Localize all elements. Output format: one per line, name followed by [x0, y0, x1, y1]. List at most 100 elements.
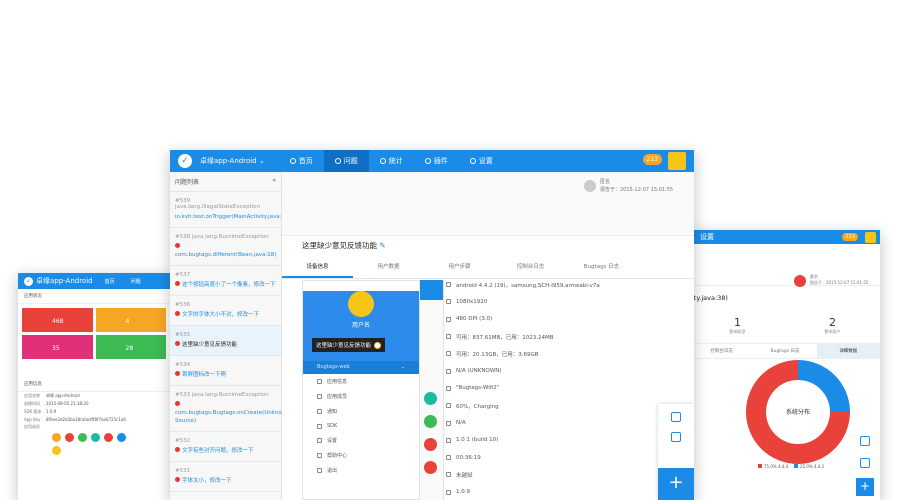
- reporter-time: 报告于：2015-12-07 15:01:55: [600, 187, 674, 193]
- nav-home[interactable]: 首页: [279, 150, 324, 172]
- nav-plugins[interactable]: 插件: [414, 150, 459, 172]
- nav-home[interactable]: 首页: [101, 278, 119, 285]
- nav-settings[interactable]: 设置: [459, 150, 504, 172]
- device-info-row: 1080x1920: [446, 293, 646, 310]
- issue-list-item[interactable]: #536 文字的字体大小不对，修改一下: [170, 296, 281, 326]
- menu-item-label: SDK: [327, 423, 338, 429]
- avatar[interactable]: [52, 446, 61, 455]
- menu-item-icon: [317, 379, 322, 384]
- device-info-row: 可用：20.13GB，已用：3.69GB: [446, 345, 646, 362]
- screenshot-preview[interactable]: 用户名 Bugtags-web ⌄ 应用信息 应用成员 通知 SDK 设置 帮助中心 退出: [302, 280, 420, 500]
- nav-settings[interactable]: 设置: [700, 232, 714, 242]
- issue-summary-text: 这个按钮高度小了一个像素，修改一下: [182, 282, 276, 288]
- issue-summary: 文字有些对齐问题，修改一下: [175, 447, 276, 455]
- notification-badge[interactable]: 213: [642, 154, 662, 165]
- menu-item-icon: [317, 453, 322, 458]
- notification-badge[interactable]: 213: [842, 233, 858, 241]
- issue-list-item[interactable]: #537 这个按钮高度小了一个像素，修改一下: [170, 266, 281, 296]
- tab-device-info[interactable]: 设备信息: [282, 256, 353, 278]
- app-switcher[interactable]: 卓缘app-Android: [36, 276, 93, 286]
- qr-code-icon[interactable]: [860, 436, 870, 446]
- avatar[interactable]: [117, 433, 126, 442]
- device-info-row: N/A: [446, 414, 646, 431]
- issue-title-text: 这里缺少意见反馈功能: [302, 241, 377, 250]
- main-topbar: ✓ 卓缘app-Android ⌄ 首页 问题 统计 插件 设置 213: [170, 150, 694, 172]
- avatar[interactable]: [52, 433, 61, 442]
- device-info-row: android 4.4.2 (19)，samsung,SCH-I959,arme…: [446, 276, 646, 293]
- nav-issues[interactable]: 问题: [127, 278, 145, 285]
- main-nav: 首页 问题 统计 插件 设置: [279, 150, 504, 172]
- add-button[interactable]: +: [856, 478, 874, 496]
- tab-user-steps[interactable]: 用户步骤: [424, 256, 495, 278]
- qr-code-icon[interactable]: [671, 412, 681, 422]
- nav-issues[interactable]: 问题: [323, 150, 369, 172]
- tile-value: 4: [125, 318, 130, 325]
- info-value: 卓缘 app-Android: [46, 393, 80, 398]
- stat-value: 2: [829, 316, 836, 329]
- add-button[interactable]: +: [658, 468, 694, 500]
- issue-list-item[interactable]: #534 首屏图标改一下啊: [170, 356, 281, 386]
- tab-user-data[interactable]: 用户数据: [353, 256, 424, 278]
- issue-list-item[interactable]: #535 这里缺少意见反馈功能: [170, 326, 281, 356]
- collapse-icon[interactable]: «: [272, 177, 276, 186]
- chat-icon[interactable]: [860, 458, 870, 468]
- device-attr-icon: [446, 351, 451, 357]
- drawer-menu-item: 应用成员: [303, 389, 419, 404]
- status-tile[interactable]: 28: [95, 335, 166, 359]
- issue-list-item[interactable]: #538 java.lang.RuntimeException com.bugta…: [170, 228, 281, 266]
- drawer-menu-item: 通知: [303, 404, 419, 419]
- issue-list-item[interactable]: #531 字体太小，修改一下: [170, 462, 281, 492]
- edit-icon[interactable]: ✎: [379, 241, 385, 250]
- info-row: SDK 版本 1.0.9: [18, 408, 170, 416]
- issue-id: #539 java.lang.IllegalStateException: [175, 198, 260, 210]
- avatar[interactable]: [104, 433, 113, 442]
- menu-item-label: 通知: [327, 409, 338, 415]
- avatar[interactable]: [78, 433, 87, 442]
- issue-title: 这里缺少意见反馈功能 ✎: [302, 240, 386, 251]
- gear-icon: [469, 158, 476, 164]
- issue-list-item[interactable]: #532 文字有些对齐问题，修改一下: [170, 432, 281, 462]
- avatar: [424, 461, 437, 474]
- screenshot-preview-secondary[interactable]: [420, 280, 444, 500]
- stat-label: 影响机型: [729, 329, 746, 334]
- tab-bugtags-log[interactable]: Bugtags 日志: [566, 256, 637, 278]
- issue-detail-window: ✓ 卓缘app-Android ⌄ 首页 问题 统计 插件 设置 213 问题列…: [170, 150, 694, 500]
- status-tile[interactable]: 468: [22, 308, 93, 332]
- issue-summary: 文字的字体大小不对，修改一下: [175, 311, 276, 319]
- stat-value: 1: [734, 316, 741, 329]
- device-attr-value: N/A: [456, 420, 466, 427]
- issue-summary-text: 文字有些对齐问题，修改一下: [182, 448, 254, 454]
- avatar[interactable]: [865, 232, 876, 243]
- chevron-down-icon: ⌄: [258, 157, 265, 165]
- avatar[interactable]: [91, 433, 100, 442]
- stat-users: 2 影响用户: [825, 316, 841, 335]
- tag-anchor-icon: [374, 342, 382, 349]
- unresolved-dot-icon: [175, 477, 180, 482]
- reporter-info: 匿名 报告于：2015-12-07 15:01:55: [810, 274, 868, 286]
- drawer-menu-item: 应用信息: [303, 374, 419, 389]
- tab-console-log[interactable]: 控制台日志: [495, 256, 566, 278]
- nav-stats[interactable]: 统计: [369, 150, 414, 172]
- device-attr-icon: [446, 437, 451, 443]
- avatar[interactable]: [65, 433, 74, 442]
- device-attr-value: 未越狱: [456, 472, 473, 479]
- app-switcher[interactable]: 卓缘app-Android ⌄: [200, 156, 265, 166]
- user-avatar[interactable]: [668, 152, 686, 170]
- info-value: 1.0.9: [46, 409, 57, 414]
- avatar: [424, 438, 437, 451]
- app-name: 卓缘app-Android: [200, 157, 257, 165]
- home-icon: [289, 158, 296, 164]
- device-attr-value: 00:36:19: [456, 454, 481, 461]
- annotation-text: 这里缺少意见反馈功能: [316, 343, 372, 349]
- chat-icon[interactable]: [671, 432, 681, 442]
- issue-id: #536: [175, 302, 191, 308]
- issue-list-item[interactable]: #539 java.lang.IllegalStateException io.k…: [170, 192, 291, 228]
- menu-item-label: 帮助中心: [327, 453, 348, 459]
- reporter-time: 报告于：2015-12-07 15:01:55: [810, 280, 869, 285]
- annotation-tag[interactable]: 这里缺少意见反馈功能: [312, 338, 386, 352]
- app-select-value: Bugtags-web: [317, 364, 350, 370]
- status-tile[interactable]: 4: [95, 308, 166, 332]
- status-tile[interactable]: 35: [22, 335, 93, 359]
- device-attr-value: 60%，Charging: [456, 403, 499, 410]
- issue-list-item[interactable]: #533 java.lang.RuntimeException com.bugta…: [170, 386, 290, 432]
